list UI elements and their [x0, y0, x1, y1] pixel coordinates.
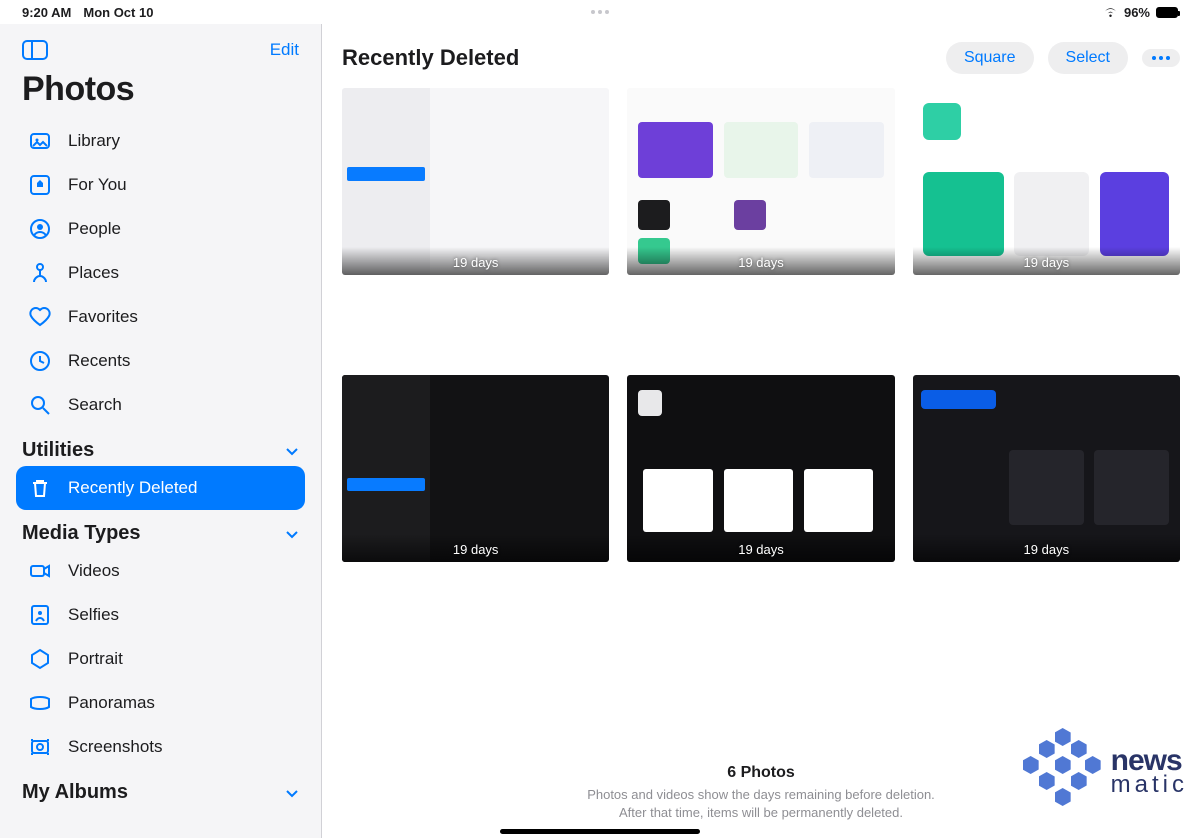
home-indicator[interactable]	[500, 829, 700, 834]
sidebar-item-panoramas[interactable]: Panoramas	[16, 681, 305, 725]
days-remaining: 19 days	[1024, 542, 1070, 557]
selfie-icon	[28, 603, 52, 627]
sidebar-item-label: Places	[68, 263, 119, 283]
sidebar-item-label: Search	[68, 395, 122, 415]
sidebar-item-label: People	[68, 219, 121, 239]
sidebar-item-people[interactable]: People	[16, 207, 305, 251]
library-icon	[28, 129, 52, 153]
battery-icon	[1156, 7, 1178, 18]
sidebar-item-recently-deleted[interactable]: Recently Deleted	[16, 466, 305, 510]
sidebar-item-label: Recents	[68, 351, 130, 371]
section-label: Media Types	[22, 522, 141, 545]
sidebar-item-places[interactable]: Places	[16, 251, 305, 295]
sidebar-item-label: Library	[68, 131, 120, 151]
sidebar-item-label: Favorites	[68, 307, 138, 327]
wifi-icon	[1103, 6, 1118, 18]
watermark: news matic	[1023, 726, 1188, 816]
sidebar-item-favorites[interactable]: Favorites	[16, 295, 305, 339]
sidebar-item-portrait[interactable]: Portrait	[16, 637, 305, 681]
portrait-icon	[28, 647, 52, 671]
watermark-text-2: matic	[1111, 774, 1188, 796]
days-remaining: 19 days	[738, 542, 784, 557]
photo-thumbnail[interactable]: 19 days	[627, 375, 894, 562]
sidebar-item-label: Portrait	[68, 649, 123, 669]
days-remaining: 19 days	[453, 255, 499, 270]
sidebar-item-label: Panoramas	[68, 693, 155, 713]
places-icon	[28, 261, 52, 285]
sidebar-item-label: Screenshots	[68, 737, 163, 757]
panorama-icon	[28, 691, 52, 715]
photo-thumbnail[interactable]: 19 days	[342, 88, 609, 275]
section-utilities[interactable]: Utilities	[0, 427, 321, 466]
section-my-albums[interactable]: My Albums	[0, 769, 321, 808]
search-icon	[28, 393, 52, 417]
watermark-logo-icon	[1023, 726, 1103, 816]
photo-thumbnail[interactable]: 19 days	[627, 88, 894, 275]
select-button[interactable]: Select	[1048, 42, 1128, 74]
sidebar-item-search[interactable]: Search	[16, 383, 305, 427]
screenshot-icon	[28, 735, 52, 759]
multitask-dots[interactable]	[591, 10, 609, 14]
video-icon	[28, 559, 52, 583]
main-content: Recently Deleted Square Select 19 days 1…	[322, 24, 1200, 838]
people-icon	[28, 217, 52, 241]
for-you-icon	[28, 173, 52, 197]
sidebar-item-label: For You	[68, 175, 127, 195]
sidebar-item-label: Videos	[68, 561, 120, 581]
photo-thumbnail[interactable]: 19 days	[913, 88, 1180, 275]
photo-thumbnail[interactable]: 19 days	[913, 375, 1180, 562]
chevron-down-icon	[285, 786, 299, 800]
square-button[interactable]: Square	[946, 42, 1034, 74]
section-label: My Albums	[22, 781, 128, 804]
section-label: Utilities	[22, 439, 94, 462]
clock-icon	[28, 349, 52, 373]
days-remaining: 19 days	[738, 255, 784, 270]
chevron-down-icon	[285, 444, 299, 458]
sidebar-item-library[interactable]: Library	[16, 119, 305, 163]
more-button[interactable]	[1142, 49, 1180, 67]
days-remaining: 19 days	[453, 542, 499, 557]
sidebar: Edit Photos Library For You People Place…	[0, 24, 322, 838]
section-media-types[interactable]: Media Types	[0, 510, 321, 549]
sidebar-toggle-icon[interactable]	[22, 40, 48, 60]
sidebar-item-selfies[interactable]: Selfies	[16, 593, 305, 637]
sidebar-item-for-you[interactable]: For You	[16, 163, 305, 207]
sidebar-item-label: Selfies	[68, 605, 119, 625]
app-title: Photos	[0, 64, 321, 119]
sidebar-item-recents[interactable]: Recents	[16, 339, 305, 383]
sidebar-item-videos[interactable]: Videos	[16, 549, 305, 593]
page-title: Recently Deleted	[342, 45, 519, 71]
status-date: Mon Oct 10	[83, 5, 153, 20]
status-time: 9:20 AM	[22, 5, 71, 20]
heart-icon	[28, 305, 52, 329]
sidebar-item-label: Recently Deleted	[68, 478, 197, 498]
edit-button[interactable]: Edit	[270, 40, 299, 60]
trash-icon	[28, 476, 52, 500]
photo-thumbnail[interactable]: 19 days	[342, 375, 609, 562]
battery-percent: 96%	[1124, 5, 1150, 20]
sidebar-item-screenshots[interactable]: Screenshots	[16, 725, 305, 769]
chevron-down-icon	[285, 527, 299, 541]
days-remaining: 19 days	[1024, 255, 1070, 270]
